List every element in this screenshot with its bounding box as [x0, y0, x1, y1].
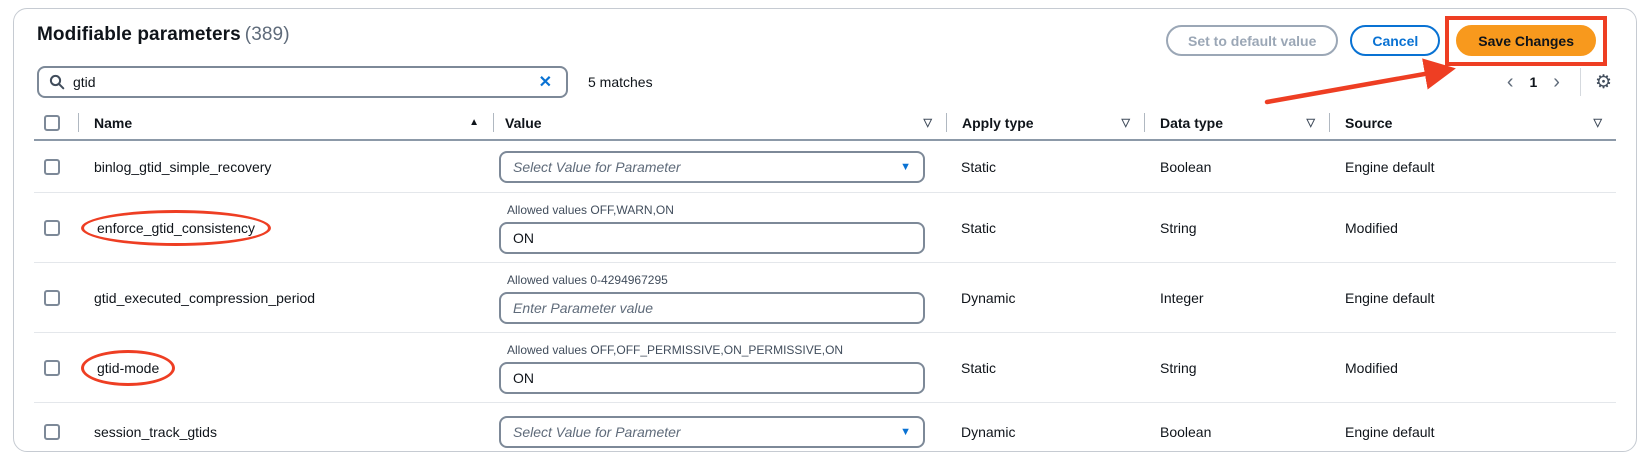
- data-type: Integer: [1144, 290, 1329, 306]
- column-header-data-type[interactable]: Data type ▽: [1144, 106, 1329, 139]
- source: Engine default: [1329, 159, 1616, 175]
- save-changes-button[interactable]: Save Changes: [1456, 25, 1596, 56]
- filter-icon[interactable]: ▽: [924, 116, 932, 129]
- clear-search-icon[interactable]: ✕: [535, 72, 556, 92]
- filter-icon[interactable]: ▽: [1307, 116, 1315, 129]
- filter-area: ✕ 5 matches: [37, 66, 653, 98]
- select-all-checkbox[interactable]: [44, 115, 60, 131]
- source: Engine default: [1329, 424, 1616, 440]
- table-row: session_track_gtids Select Value for Par…: [34, 403, 1616, 460]
- row-checkbox[interactable]: [44, 220, 60, 236]
- data-type: String: [1144, 360, 1329, 376]
- column-header-value[interactable]: Value ▽: [493, 106, 946, 139]
- column-header-source[interactable]: Source ▽: [1329, 106, 1616, 139]
- page-title: Modifiable parameters(389): [37, 24, 290, 46]
- toolbar-divider: [1580, 68, 1581, 96]
- row-checkbox[interactable]: [44, 159, 60, 175]
- parameters-table: Name ▲ Value ▽ Apply type ▽ Data type ▽ …: [34, 106, 1616, 460]
- value-input[interactable]: [499, 222, 925, 254]
- table-row: gtid_executed_compression_period Allowed…: [34, 263, 1616, 333]
- annotation-oval: enforce_gtid_consistency: [81, 210, 271, 246]
- row-checkbox[interactable]: [44, 424, 60, 440]
- header-checkbox-cell: [34, 115, 78, 131]
- parameter-name: binlog_gtid_simple_recovery: [78, 159, 493, 175]
- apply-type: Dynamic: [946, 290, 1144, 306]
- sort-ascending-icon[interactable]: ▲: [469, 117, 479, 128]
- table-row: gtid-mode Allowed values OFF,OFF_PERMISS…: [34, 333, 1616, 403]
- apply-type: Dynamic: [946, 424, 1144, 440]
- parameter-name: session_track_gtids: [78, 424, 493, 440]
- column-label: Apply type: [962, 115, 1034, 131]
- settings-gear-icon[interactable]: ⚙: [1595, 73, 1612, 92]
- filter-icon[interactable]: ▽: [1594, 116, 1602, 129]
- header-actions: Set to default value Cancel Save Changes: [1166, 25, 1614, 56]
- parameter-name: gtid_executed_compression_period: [78, 290, 493, 306]
- row-checkbox[interactable]: [44, 360, 60, 376]
- panel-header: Modifiable parameters(389) Set to defaul…: [14, 9, 1636, 56]
- parameter-name: enforce_gtid_consistency: [97, 220, 255, 236]
- value-input[interactable]: [499, 362, 925, 394]
- value-select-dropdown[interactable]: Select Value for Parameter ▼: [499, 151, 925, 183]
- parameter-name: gtid-mode: [97, 360, 159, 376]
- save-button-wrapper: Save Changes: [1456, 25, 1596, 56]
- set-default-button[interactable]: Set to default value: [1166, 25, 1338, 56]
- filter-icon[interactable]: ▽: [1122, 116, 1130, 129]
- apply-type: Static: [946, 360, 1144, 376]
- parameter-search[interactable]: ✕: [37, 66, 568, 98]
- source: Modified: [1329, 360, 1616, 376]
- modifiable-parameters-panel: Modifiable parameters(389) Set to defaul…: [13, 8, 1637, 452]
- column-label: Source: [1345, 115, 1392, 131]
- table-row: binlog_gtid_simple_recovery Select Value…: [34, 141, 1616, 193]
- apply-type: Static: [946, 220, 1144, 236]
- next-page-icon[interactable]: ›: [1547, 72, 1566, 92]
- apply-type: Static: [946, 159, 1144, 175]
- select-placeholder: Select Value for Parameter: [513, 159, 900, 175]
- source: Modified: [1329, 220, 1616, 236]
- allowed-values-label: Allowed values 0-4294967295: [507, 273, 946, 287]
- search-icon: [49, 74, 65, 90]
- column-header-name[interactable]: Name ▲: [78, 106, 493, 139]
- select-placeholder: Select Value for Parameter: [513, 424, 900, 440]
- column-label: Value: [505, 115, 542, 131]
- source: Engine default: [1329, 290, 1616, 306]
- allowed-values-label: Allowed values OFF,OFF_PERMISSIVE,ON_PER…: [507, 343, 946, 357]
- table-header-row: Name ▲ Value ▽ Apply type ▽ Data type ▽ …: [34, 106, 1616, 141]
- table-toolbar: ✕ 5 matches ‹ 1 › ⚙: [14, 56, 1636, 106]
- chevron-down-icon: ▼: [900, 161, 911, 173]
- parameter-count: (389): [245, 24, 290, 45]
- data-type: Boolean: [1144, 159, 1329, 175]
- row-checkbox[interactable]: [44, 290, 60, 306]
- data-type: String: [1144, 220, 1329, 236]
- column-header-apply-type[interactable]: Apply type ▽: [946, 106, 1144, 139]
- column-label: Name: [94, 115, 132, 131]
- search-input[interactable]: [73, 74, 535, 90]
- current-page[interactable]: 1: [1525, 74, 1541, 90]
- table-row: enforce_gtid_consistency Allowed values …: [34, 193, 1616, 263]
- annotation-oval: gtid-mode: [81, 350, 175, 386]
- match-count: 5 matches: [588, 74, 653, 90]
- chevron-down-icon: ▼: [900, 426, 911, 438]
- pagination: ‹ 1 › ⚙: [1501, 68, 1614, 96]
- cancel-button[interactable]: Cancel: [1350, 25, 1440, 56]
- value-input[interactable]: [499, 292, 925, 324]
- value-select-dropdown[interactable]: Select Value for Parameter ▼: [499, 416, 925, 448]
- data-type: Boolean: [1144, 424, 1329, 440]
- page-title-text: Modifiable parameters: [37, 24, 241, 45]
- column-label: Data type: [1160, 115, 1223, 131]
- allowed-values-label: Allowed values OFF,WARN,ON: [507, 203, 946, 217]
- previous-page-icon[interactable]: ‹: [1501, 72, 1520, 92]
